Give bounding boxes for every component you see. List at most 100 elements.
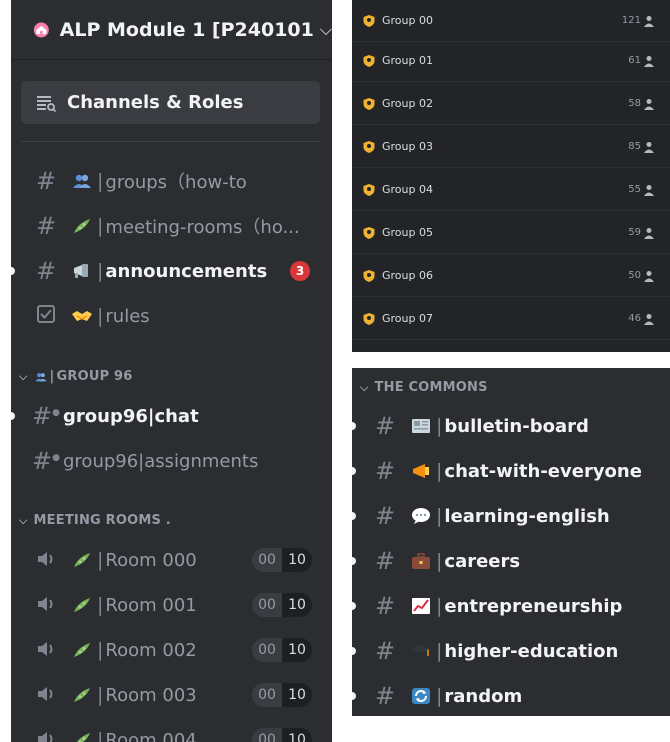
- person-icon: [644, 15, 654, 27]
- separator: |: [97, 305, 104, 327]
- group-name: Group 04: [382, 183, 433, 196]
- group-row[interactable]: Group 05 59: [352, 212, 670, 254]
- channel-groups-how-to[interactable]: # | groups（how-to: [11, 161, 332, 201]
- mention-badge: 3: [290, 261, 310, 281]
- speaker-icon: [29, 546, 63, 574]
- channel-careers[interactable]: # | careers: [352, 541, 670, 581]
- member-count: 85: [628, 141, 641, 152]
- category-the-commons[interactable]: ⌵ THE COMMONS: [360, 380, 488, 395]
- speaker-icon: [29, 636, 63, 664]
- server-header[interactable]: ALP Module 1 [P240101 ⌵: [11, 0, 332, 60]
- channel-name: announcements: [105, 260, 268, 282]
- channel-random[interactable]: # | random: [352, 676, 670, 716]
- unread-indicator: [352, 602, 356, 610]
- channel-name: learning-english: [444, 505, 610, 527]
- pea-pod-icon: [71, 215, 93, 237]
- newspaper-icon: [410, 415, 432, 437]
- group-row[interactable]: Group 04 55: [352, 169, 670, 211]
- user-count: 00: [252, 683, 282, 707]
- member-count: 61: [628, 55, 641, 66]
- chart-increasing-icon: [410, 595, 432, 617]
- hash-icon: #: [35, 257, 57, 285]
- category-label: MEETING ROOMS .: [33, 513, 171, 528]
- unread-indicator: [11, 267, 15, 275]
- unread-indicator: [352, 467, 356, 475]
- commons-channel-list: ⌵ THE COMMONS # | bulletin-board # | cha…: [352, 368, 670, 716]
- category-group-96[interactable]: ⌵ | GROUP 96: [19, 369, 133, 384]
- channel-entrepreneurship[interactable]: # | entrepreneurship: [352, 586, 670, 626]
- separator: |: [97, 170, 104, 192]
- hash-icon: #: [374, 592, 396, 620]
- unread-indicator: [352, 557, 356, 565]
- chevron-down-icon: ⌵: [19, 369, 28, 383]
- pea-pod-icon: [71, 639, 93, 661]
- shield-icon: [363, 269, 375, 282]
- user-limit-pill: 00 10: [252, 728, 312, 742]
- unread-indicator: [352, 692, 356, 700]
- group-row[interactable]: Group 00 121: [352, 0, 670, 42]
- voice-room-003[interactable]: | Room 003 00 10: [11, 675, 332, 715]
- user-limit: 10: [282, 638, 312, 662]
- category-label: GROUP 96: [56, 369, 133, 384]
- hash-icon: #: [35, 167, 57, 195]
- channel-name: rules: [105, 305, 150, 327]
- person-icon: [644, 227, 654, 239]
- channel-learning-english[interactable]: # | learning-english: [352, 496, 670, 536]
- separator: |: [436, 640, 443, 662]
- voice-room-000[interactable]: | Room 000 00 10: [11, 540, 332, 580]
- repeat-icon: [410, 685, 432, 707]
- channel-name: random: [444, 685, 523, 707]
- channel-name: entrepreneurship: [444, 595, 623, 617]
- member-count: 46: [628, 313, 641, 324]
- group-row[interactable]: Group 06 50: [352, 255, 670, 297]
- channel-chat-with-everyone[interactable]: # | chat-with-everyone: [352, 451, 670, 491]
- unread-indicator: [11, 412, 15, 420]
- group-row[interactable]: Group 03 85: [352, 126, 670, 168]
- user-count: 00: [252, 593, 282, 617]
- channel-name: Room 000: [105, 549, 197, 571]
- user-limit-pill: 00 10: [252, 638, 312, 662]
- group-row[interactable]: Group 02 58: [352, 83, 670, 125]
- speaker-icon: [29, 726, 63, 742]
- member-count: 55: [628, 184, 641, 195]
- briefcase-icon: [410, 550, 432, 572]
- user-limit: 10: [282, 548, 312, 572]
- megaphone-icon: [71, 260, 93, 282]
- separator: |: [49, 369, 55, 384]
- channel-name: Room 002: [105, 639, 197, 661]
- user-count: 00: [252, 638, 282, 662]
- channel-meeting-rooms-how-to[interactable]: # | meeting-rooms（ho...: [11, 206, 332, 246]
- speaker-icon: [29, 681, 63, 709]
- pea-pod-icon: [71, 594, 93, 616]
- separator: |: [436, 595, 443, 617]
- member-count: 121: [621, 15, 641, 26]
- separator: |: [436, 505, 443, 527]
- channel-bulletin-board[interactable]: # | bulletin-board: [352, 406, 670, 446]
- user-limit-pill: 00 10: [252, 593, 312, 617]
- hash-icon: #: [374, 547, 396, 575]
- channel-group96-chat[interactable]: #● group96|chat: [11, 396, 332, 436]
- category-meeting-rooms[interactable]: ⌵ MEETING ROOMS .: [19, 513, 171, 528]
- user-count: 00: [252, 548, 282, 572]
- voice-room-002[interactable]: | Room 002 00 10: [11, 630, 332, 670]
- hash-icon: #: [374, 637, 396, 665]
- separator: |: [97, 729, 104, 742]
- channel-group96-assignments[interactable]: #● group96|assignments: [11, 441, 332, 481]
- category-label: THE COMMONS: [374, 380, 488, 395]
- group-row[interactable]: Group 01 61: [352, 40, 670, 82]
- voice-room-004[interactable]: | Room 004 00 10: [11, 720, 332, 742]
- hash-icon: #: [374, 682, 396, 710]
- chevron-down-icon[interactable]: ⌵: [320, 20, 332, 40]
- group-row[interactable]: Group 07 46: [352, 298, 670, 340]
- voice-room-001[interactable]: | Room 001 00 10: [11, 585, 332, 625]
- separator: |: [436, 460, 443, 482]
- channel-higher-education[interactable]: # | higher-education: [352, 631, 670, 671]
- pea-pod-icon: [71, 684, 93, 706]
- channels-roles-button[interactable]: Channels & Roles: [21, 81, 320, 124]
- channel-rules[interactable]: | rules: [11, 296, 332, 336]
- shield-icon: [363, 312, 375, 325]
- channel-name: Room 003: [105, 684, 197, 706]
- shield-icon: [363, 226, 375, 239]
- channel-announcements[interactable]: # | announcements 3: [11, 251, 332, 291]
- unread-indicator: [352, 422, 356, 430]
